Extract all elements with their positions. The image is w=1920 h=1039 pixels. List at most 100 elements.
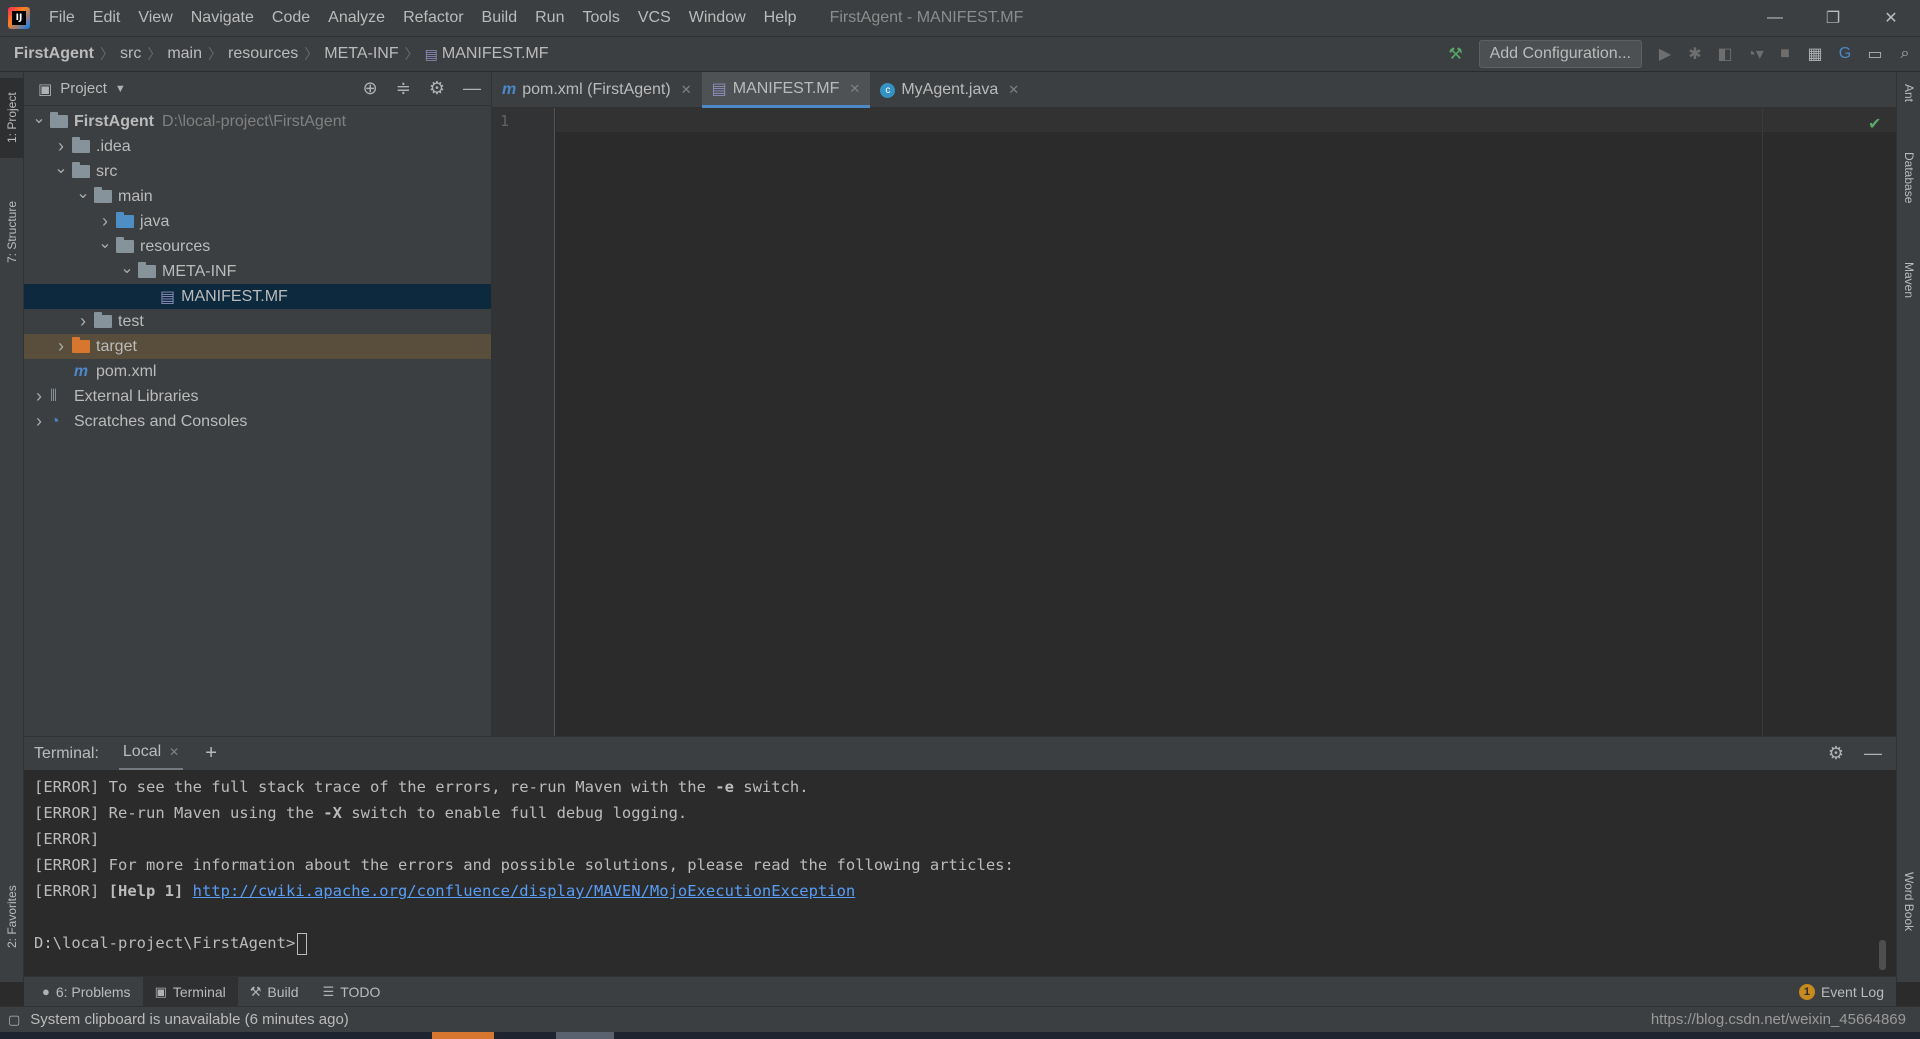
tree-item[interactable]: ▤ MANIFEST.MF (24, 284, 491, 309)
menu-refactor[interactable]: Refactor (394, 0, 472, 36)
maven-tool-tab[interactable]: Maven (1897, 262, 1920, 342)
stop-icon[interactable]: ■ (1770, 39, 1800, 69)
editor-tab[interactable]: ▤ MANIFEST.MF ✕ (701, 72, 871, 108)
chevron-down-icon[interactable]: ⌄ (72, 183, 94, 203)
chevron-right-icon[interactable]: › (94, 211, 116, 232)
add-configuration-button[interactable]: Add Configuration... (1478, 40, 1642, 68)
tool-window-terminal[interactable]: ▣ Terminal (142, 976, 238, 1007)
profile-icon[interactable]: ◔▾ (1740, 39, 1770, 69)
menu-window[interactable]: Window (680, 0, 755, 36)
tree-item[interactable]: ⌄ main (24, 184, 491, 209)
chevron-right-icon[interactable]: › (28, 386, 50, 407)
breadcrumb-label: src (120, 45, 142, 62)
project-structure-icon[interactable]: ▦ (1800, 39, 1830, 69)
new-terminal-button[interactable]: + (205, 742, 217, 765)
close-window-button[interactable]: ✕ (1862, 0, 1920, 36)
breadcrumb: FirstAgent 〉 src 〉 main 〉 resources 〉 META-INF 〉 ▤… (0, 44, 551, 64)
project-view-title[interactable]: Project (60, 80, 107, 97)
menu-code[interactable]: Code (263, 0, 319, 36)
hide-panel-icon[interactable]: — (463, 78, 481, 99)
tree-item[interactable]: › ◔ Scratches and Consoles (24, 409, 491, 434)
ant-tool-tab[interactable]: Ant (1897, 84, 1920, 134)
terminal-link[interactable]: http://cwiki.apache.org/confluence/displ… (193, 882, 856, 900)
chevron-down-icon[interactable]: ⌄ (116, 258, 138, 278)
locate-file-icon[interactable]: ⊕ (363, 78, 378, 99)
terminal-tab-local[interactable]: Local ✕ (118, 737, 184, 771)
terminal-header: Terminal: Local ✕ + ⚙ — (24, 736, 1896, 771)
tree-item[interactable]: › java (24, 209, 491, 234)
presentation-icon[interactable]: ▭ (1860, 39, 1890, 69)
chevron-right-icon[interactable]: › (72, 311, 94, 332)
word-book-tool-tab[interactable]: Word Book (1897, 872, 1920, 972)
search-everywhere-icon[interactable]: ⌕ (1890, 39, 1920, 69)
breadcrumb-item[interactable]: src (120, 45, 143, 63)
run-icon[interactable]: ▶ (1650, 39, 1680, 69)
favorites-tool-tab[interactable]: 2: Favorites (0, 862, 24, 972)
build-hammer-icon[interactable]: ⚒ (1441, 39, 1471, 69)
terminal-line-level: [ERROR] (34, 778, 100, 796)
menu-help[interactable]: Help (755, 0, 806, 36)
editor-tab[interactable]: m pom.xml (FirstAgent) ✕ (492, 72, 702, 108)
database-tool-tab[interactable]: Database (1897, 152, 1920, 252)
gear-icon[interactable]: ⚙ (429, 78, 445, 99)
tree-item[interactable]: › ⦀ External Libraries (24, 384, 491, 409)
tree-item[interactable]: ⌄ resources (24, 234, 491, 259)
chevron-down-icon[interactable]: ⌄ (94, 233, 116, 253)
collapse-all-icon[interactable]: ≑ (396, 78, 411, 99)
chevron-down-icon[interactable]: ⌄ (28, 108, 50, 128)
menu-navigate[interactable]: Navigate (182, 0, 263, 36)
chevron-right-icon[interactable]: › (50, 136, 72, 157)
menu-file[interactable]: File (40, 0, 84, 36)
menu-run[interactable]: Run (526, 0, 573, 36)
translate-icon[interactable]: G (1830, 39, 1860, 69)
chevron-down-icon[interactable]: ⌄ (50, 158, 72, 178)
terminal-gear-icon[interactable]: ⚙ (1828, 743, 1844, 764)
hide-terminal-icon[interactable]: — (1864, 743, 1882, 764)
no-problems-check-icon: ✔ (1868, 116, 1882, 133)
close-icon[interactable]: ✕ (849, 81, 860, 97)
terminal-output[interactable]: [ERROR] To see the full stack trace of t… (24, 770, 1896, 976)
breadcrumb-separator-icon: 〉 (404, 46, 419, 62)
menu-tools[interactable]: Tools (573, 0, 628, 36)
breadcrumb-item[interactable]: ▤ MANIFEST.MF (425, 45, 551, 63)
menu-view[interactable]: View (129, 0, 181, 36)
terminal-prompt-line[interactable]: D:\local-project\FirstAgent> (34, 930, 1896, 956)
tool-window-build[interactable]: ⚒ Build (238, 977, 311, 1007)
chevron-right-icon[interactable]: › (28, 411, 50, 432)
close-icon[interactable]: ✕ (681, 82, 692, 98)
menu-vcs[interactable]: VCS (629, 0, 680, 36)
chevron-right-icon[interactable]: › (50, 336, 72, 357)
tree-item[interactable]: ⌄ src (24, 159, 491, 184)
debug-icon[interactable]: ✱ (1680, 39, 1710, 69)
close-icon[interactable]: ✕ (1008, 82, 1019, 98)
breadcrumb-item[interactable]: META-INF (324, 45, 400, 63)
status-toggle-icon[interactable]: ▢ (8, 1012, 20, 1028)
editor[interactable]: 1 ✔ (492, 108, 1896, 736)
tool-window-todo[interactable]: ☰ TODO (311, 977, 393, 1007)
menu-build[interactable]: Build (473, 0, 527, 36)
close-icon[interactable]: ✕ (169, 745, 179, 759)
menu-edit[interactable]: Edit (84, 0, 130, 36)
minimize-button[interactable]: — (1746, 0, 1804, 36)
tree-item[interactable]: › target (24, 334, 491, 359)
coverage-icon[interactable]: ◧ (1710, 39, 1740, 69)
restore-button[interactable]: ❐ (1804, 0, 1862, 36)
breadcrumb-item[interactable]: main (167, 45, 204, 63)
editor-tab-label: pom.xml (FirstAgent) (522, 81, 671, 98)
project-tool-tab[interactable]: 1: Project (0, 78, 24, 158)
event-log-button[interactable]: 1 Event Log (1787, 977, 1896, 1007)
breadcrumb-item[interactable]: resources (228, 45, 300, 63)
breadcrumb-item[interactable]: FirstAgent (14, 45, 96, 63)
menu-analyze[interactable]: Analyze (319, 0, 394, 36)
tree-item[interactable]: ⌄ FirstAgent D:\local-project\FirstAgent (24, 109, 491, 134)
tree-item[interactable]: m pom.xml (24, 359, 491, 384)
chevron-down-icon[interactable]: ▼ (115, 83, 126, 95)
terminal-scrollbar[interactable] (1879, 940, 1886, 970)
tree-item[interactable]: › .idea (24, 134, 491, 159)
tree-item[interactable]: ⌄ META-INF (24, 259, 491, 284)
terminal-line-suffix: switch to enable full debug logging. (341, 804, 688, 822)
tool-window-problems[interactable]: ● 6: Problems (30, 977, 143, 1007)
tree-item[interactable]: › test (24, 309, 491, 334)
editor-tab[interactable]: c MyAgent.java ✕ (870, 72, 1029, 108)
structure-tool-tab[interactable]: 7: Structure (0, 182, 24, 282)
